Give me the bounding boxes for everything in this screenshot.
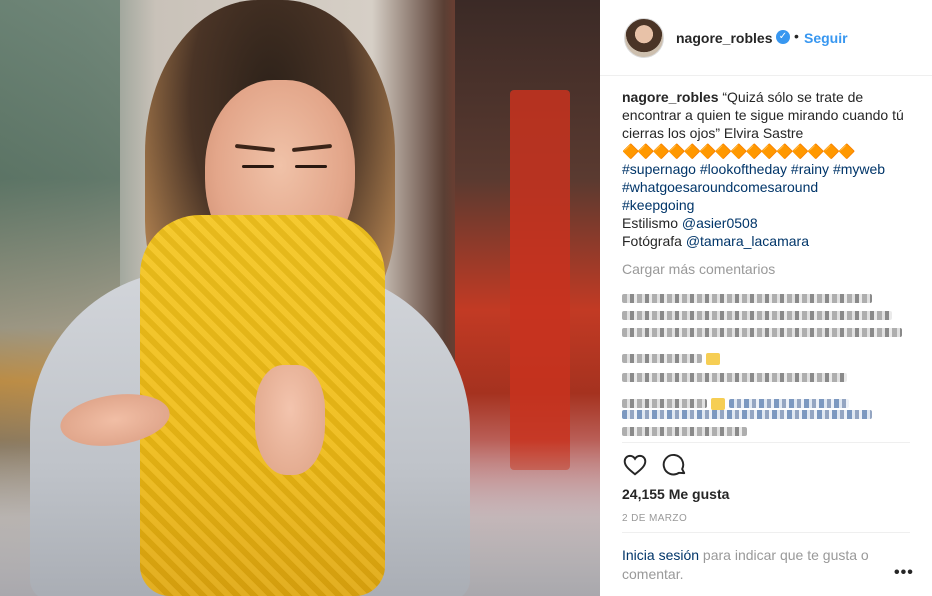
caption: nagore_robles “Quizá sólo se trate de en… [622, 88, 914, 142]
pixelated-text [622, 311, 892, 320]
styling-credit: Estilismo @asier0508 [622, 214, 914, 232]
photographer-label: Fotógrafa [622, 233, 682, 249]
hashtag-link[interactable]: #rainy [791, 161, 829, 177]
avatar[interactable] [624, 18, 664, 58]
post-side-panel: nagore_robles ✓ • Seguir nagore_robles “… [600, 0, 932, 596]
login-prompt: Inicia sesión para indicar que te gusta … [622, 546, 892, 584]
likes-count[interactable]: 24,155 Me gusta [622, 486, 729, 502]
pixelated-text-row [622, 390, 914, 410]
pixelated-comment [622, 373, 914, 436]
verified-badge-icon: ✓ [776, 30, 790, 44]
hashtag-link[interactable]: #lookoftheday [700, 161, 787, 177]
pixelated-text [622, 328, 902, 337]
header-username[interactable]: nagore_robles [676, 30, 772, 46]
woman-figure [30, 0, 470, 596]
photographer-credit: Fotógrafa @tamara_lacamara [622, 232, 914, 250]
post-header: nagore_robles ✓ • Seguir [600, 0, 932, 76]
follow-button[interactable]: Seguir [804, 30, 848, 46]
pixelated-mention [728, 398, 849, 408]
background-red-door [510, 90, 570, 470]
styling-label: Estilismo [622, 215, 679, 231]
login-link[interactable]: Inicia sesión [622, 547, 699, 563]
post-date[interactable]: 2 DE MARZO [622, 513, 687, 524]
hashtag-link[interactable]: #myweb [833, 161, 885, 177]
caption-emoji-row: 🔶🔶🔶🔶🔶🔶🔶🔶🔶🔶🔶🔶🔶🔶🔶 [622, 143, 855, 159]
heart-icon[interactable] [622, 452, 648, 478]
post-photo[interactable] [0, 0, 600, 596]
comment-icon[interactable] [662, 452, 688, 478]
pixelated-comment [622, 294, 914, 365]
pixelated-text [622, 398, 707, 408]
right-eyelid [295, 165, 327, 168]
pixelated-text-row [622, 345, 914, 365]
more-options-button[interactable]: ••• [894, 564, 914, 582]
pixelated-text [622, 294, 872, 303]
pixelated-text [622, 373, 847, 382]
pixelated-text [622, 353, 702, 363]
photographer-handle-link[interactable]: @tamara_lacamara [686, 233, 809, 249]
caption-username[interactable]: nagore_robles [622, 89, 718, 105]
hashtag-group: #supernago #lookoftheday #rainy #myweb #… [622, 160, 914, 214]
hashtag-link[interactable]: #supernago [622, 161, 696, 177]
pixelated-mention [622, 410, 872, 419]
header-separator: • [794, 28, 799, 44]
left-eyelid [242, 165, 274, 168]
divider [622, 532, 910, 533]
hashtag-link[interactable]: #whatgoesaroundcomesaround [622, 179, 818, 195]
styling-handle-link[interactable]: @asier0508 [682, 215, 758, 231]
hashtag-link[interactable]: #keepgoing [622, 197, 694, 213]
pixelated-emoji [710, 398, 725, 410]
divider [622, 442, 910, 443]
pixelated-text [622, 427, 747, 436]
comments-section[interactable]: nagore_robles “Quizá sólo se trate de en… [622, 88, 914, 442]
pixelated-emoji [705, 353, 720, 365]
hand-on-scarf [255, 365, 325, 475]
load-more-comments-button[interactable]: Cargar más comentarios [622, 260, 914, 278]
